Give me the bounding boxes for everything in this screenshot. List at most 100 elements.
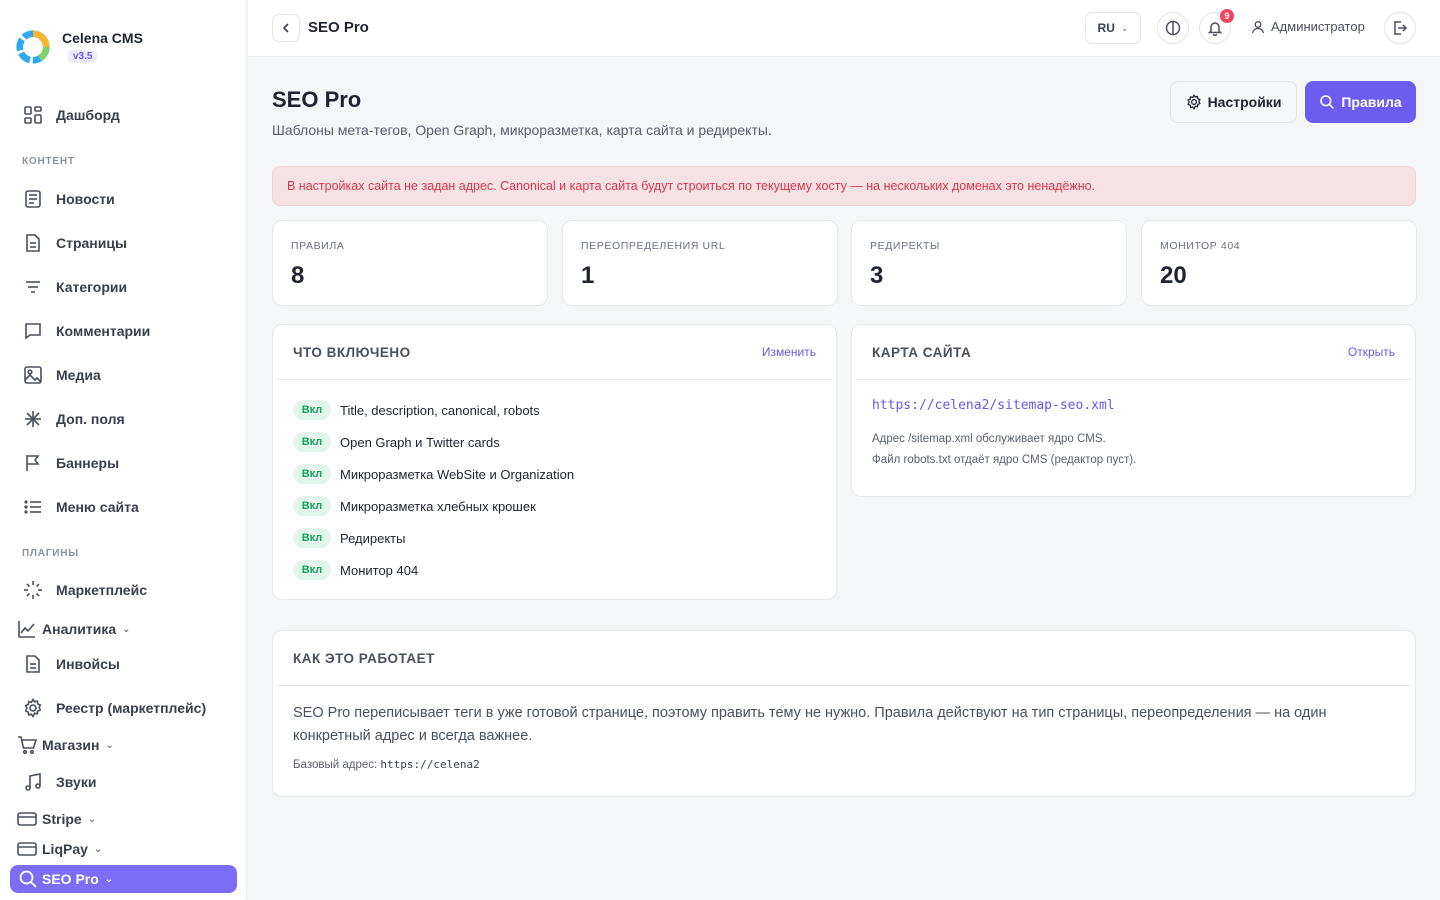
card-header: КАРТА САЙТА Открыть [856,325,1411,380]
sidebar-item-label: Магазин [42,737,100,753]
sidebar-item-stripe[interactable]: Stripe ⌄ [16,808,96,830]
status-badge: Вкл [293,432,331,452]
theme-toggle-button[interactable] [1157,12,1189,44]
sitemap-url-link[interactable]: https://celena2/sitemap-seo.xml [872,398,1395,413]
sidebar-item-sounds[interactable]: Звуки [22,771,96,793]
feature-label: Микроразметка хлебных крошек [340,498,536,514]
settings-button[interactable]: Настройки [1170,81,1297,123]
pages-icon [22,232,44,254]
notifications-button[interactable]: 9 [1199,9,1234,44]
sidebar-item-invoices[interactable]: Инвойсы [22,653,120,675]
features-card: ЧТО ВКЛЮЧЕНО Изменить Вкл Title, descrip… [272,324,837,600]
sidebar-item-seo-pro[interactable]: SEO Pro ⌄ [10,865,237,893]
sidebar-item-label: Страницы [56,235,127,251]
open-link[interactable]: Открыть [1348,345,1395,359]
sidebar-item-label: Звуки [56,774,97,790]
list-item: Вкл Монитор 404 [293,554,816,586]
card-title: КАРТА САЙТА [872,344,972,360]
list-item: Вкл Микроразметка хлебных крошек [293,490,816,522]
media-icon [22,364,44,386]
sidebar-item-label: LiqPay [42,841,88,857]
categories-icon [22,276,44,298]
sidebar-item-registry[interactable]: Реестр (маркетплейс) [22,697,206,719]
search-icon [18,869,38,889]
sidebar-item-media[interactable]: Медиа [22,364,101,386]
sidebar-item-label: Stripe [42,811,82,827]
feature-label: Микроразметка WebSite и Organization [340,466,575,482]
sidebar-item-liqpay[interactable]: LiqPay ⌄ [16,838,102,860]
stat-label: МОНИТОР 404 [1160,240,1241,252]
base-address: Базовый адрес: https://celena2 [293,758,1395,771]
feature-label: Монитор 404 [340,562,419,578]
sidebar-item-label: Категории [56,279,128,295]
chevron-down-icon: ⌄ [122,623,131,635]
stat-card-redirects: РЕДИРЕКТЫ 3 [851,220,1127,306]
brand[interactable]: Celena CMS v3.5 [14,28,143,66]
card-header: ЧТО ВКЛЮЧЕНО Изменить [277,325,832,380]
status-badge: Вкл [293,464,331,484]
sidebar-item-news[interactable]: Новости [22,188,115,210]
list-item: Вкл Title, description, canonical, robot… [293,394,816,426]
logout-button[interactable] [1384,12,1416,44]
sidebar-item-site-menu[interactable]: Меню сайта [22,496,139,518]
sidebar-item-categories[interactable]: Категории [22,276,127,298]
gear-icon [1186,94,1201,110]
sidebar-item-label: Реестр (маркетплейс) [56,700,207,716]
status-badge: Вкл [293,560,331,580]
stat-card-rules: ПРАВИЛА 8 [272,220,548,306]
sidebar-item-dashboard[interactable]: Дашборд [22,104,120,126]
chevron-down-icon: ⌄ [1120,22,1129,33]
chevron-down-icon: ⌄ [87,813,97,825]
page-subtitle: Шаблоны мета-тегов, Open Graph, микрораз… [272,122,772,138]
sidebar-item-analytics[interactable]: Аналитика ⌄ [16,618,131,640]
topbar: SEO Pro RU ⌄ 9 Администратор [248,0,1440,57]
sidebar-item-label: Новости [56,191,115,207]
sitemap-note: Адрес /sitemap.xml обслуживает ядро CMS. [872,433,1106,445]
stat-value: 3 [870,262,884,289]
user-name: Администратор [1271,19,1365,34]
logout-icon [1394,21,1408,35]
stat-value: 8 [291,262,305,289]
user-menu[interactable]: Администратор [1251,19,1365,34]
card-icon [16,808,38,830]
card-icon [16,838,38,860]
stat-value: 1 [581,262,595,289]
sidebar-item-marketplace[interactable]: Маркетплейс [22,579,147,601]
how-it-works-text: SEO Pro переписывает теги в уже готовой … [293,705,1327,744]
back-button[interactable] [272,14,300,42]
user-icon [1251,20,1265,33]
feature-label: Title, description, canonical, robots [340,402,540,418]
nav-section-plugins: ПЛАГИНЫ [22,548,79,559]
dashboard-icon [22,104,44,126]
notification-count-badge: 9 [1220,9,1234,23]
sidebar-item-label: Дашборд [56,107,120,123]
status-badge: Вкл [293,528,331,548]
gear-icon [22,697,44,719]
sidebar-item-comments[interactable]: Комментарии [22,320,150,342]
comments-icon [22,320,44,342]
list-item: Вкл Микроразметка WebSite и Organization [293,458,816,490]
sidebar-item-label: Медиа [56,367,101,383]
stat-value: 20 [1160,262,1187,289]
contrast-icon [1165,20,1181,36]
flag-icon [22,452,44,474]
card-title: ЧТО ВКЛЮЧЕНО [293,344,411,360]
language-select[interactable]: RU ⌄ [1085,12,1141,44]
rules-button[interactable]: Правила [1305,81,1416,123]
sidebar-item-label: Доп. поля [56,411,125,427]
sidebar-item-banners[interactable]: Баннеры [22,452,119,474]
search-icon [1320,95,1335,109]
sidebar-item-pages[interactable]: Страницы [22,232,127,254]
celena-logo-icon [16,30,50,64]
sidebar-item-extra-fields[interactable]: Доп. поля [22,408,125,430]
version-badge: v3.5 [68,50,98,63]
robots-note: Файл robots.txt отдаёт ядро CMS (редакто… [872,454,1137,466]
settings-button-label: Настройки [1207,94,1282,110]
sidebar-item-shop[interactable]: Магазин ⌄ [16,734,114,756]
brand-name: Celena CMS [62,30,143,46]
edit-link[interactable]: Изменить [762,345,816,359]
chevron-down-icon: ⌄ [105,739,114,751]
stat-card-url-overrides: ПЕРЕОПРЕДЕЛЕНИЯ URL 1 [562,220,838,306]
base-address-url: https://celena2 [380,758,480,771]
loader-icon [22,579,44,601]
